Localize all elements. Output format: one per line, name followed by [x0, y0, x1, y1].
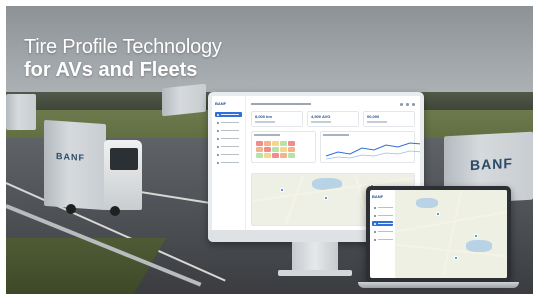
chart-row [251, 131, 420, 163]
settings-icon[interactable] [406, 102, 409, 106]
heatmap-cell [288, 153, 295, 158]
sidebar-item-1[interactable] [372, 205, 393, 210]
monitor-base [278, 270, 352, 276]
headline: Tire Profile Technology for AVs and Flee… [24, 36, 222, 82]
laptop-screen: BANF [370, 190, 507, 278]
laptop-map[interactable] [396, 190, 507, 278]
sidebar-item-3[interactable] [215, 128, 242, 133]
nav-icon [217, 145, 219, 148]
heatmap-cell [288, 141, 295, 146]
heatmap-card [251, 131, 317, 163]
vehicle-marker[interactable] [324, 196, 328, 200]
dashboard-topbar [251, 100, 415, 108]
kpi-card[interactable]: 8,000 km [251, 111, 303, 127]
vehicle-marker[interactable] [474, 234, 478, 238]
nav-icon [217, 113, 219, 116]
nav-icon [217, 153, 219, 156]
nav-icon [217, 121, 219, 124]
truck-brand-label: BANF [470, 154, 513, 174]
kpi-card[interactable]: 4,900 AVG [307, 111, 359, 127]
vehicle-marker[interactable] [436, 212, 440, 216]
sidebar-item-4[interactable] [215, 136, 242, 141]
heatmap-cell [280, 153, 287, 158]
heatmap-cell [280, 141, 287, 146]
nav-icon [374, 222, 376, 225]
sidebar-item-2[interactable] [215, 120, 242, 125]
trend-chart-card [320, 131, 420, 163]
nav-icon [374, 230, 376, 233]
sidebar-item-6[interactable] [215, 152, 242, 157]
sidebar-item-1[interactable] [215, 112, 242, 117]
heatmap-cell [256, 153, 263, 158]
monitor-stand [292, 242, 338, 272]
dashboard-sidebar: BANF [212, 96, 246, 230]
trend-line-chart [326, 142, 420, 160]
heatmap-cell [272, 147, 279, 152]
bell-icon[interactable] [400, 102, 403, 106]
sidebar-item-3[interactable] [372, 221, 393, 226]
nav-icon [374, 238, 376, 241]
nav-icon [217, 161, 219, 164]
laptop-logo: BANF [372, 194, 384, 199]
nav-icon [374, 206, 376, 209]
heatmap-cell [272, 141, 279, 146]
vehicle-marker[interactable] [280, 188, 284, 192]
nav-icon [374, 214, 376, 217]
dashboard-logo: BANF [215, 101, 227, 106]
page-title-placeholder [251, 103, 311, 105]
nav-icon [217, 137, 219, 140]
kpi-value: 00,000 [367, 114, 380, 119]
sidebar-item-5[interactable] [215, 144, 242, 149]
sidebar-item-4[interactable] [372, 229, 393, 234]
kpi-row: 8,000 km 4,900 AVG 00,000 [251, 111, 415, 127]
heatmap-cell [288, 147, 295, 152]
distant-truck [162, 83, 206, 117]
laptop-base [358, 282, 519, 288]
heatmap-cell [264, 141, 271, 146]
laptop-nav [372, 205, 393, 242]
kpi-value: 8,000 km [255, 114, 272, 119]
vehicle-marker[interactable] [454, 256, 458, 260]
heatmap-cell [256, 147, 263, 152]
heatmap-grid [256, 141, 295, 158]
heatmap-cell [264, 147, 271, 152]
sidebar-nav [215, 112, 242, 165]
kpi-value: 4,900 AVG [311, 114, 331, 119]
headline-line-1: Tire Profile Technology [24, 36, 222, 58]
heatmap-cell [280, 147, 287, 152]
hero-banner: BANF BANF Tire Profile Technology for AV… [6, 6, 533, 294]
laptop: BANF [366, 186, 511, 282]
sidebar-item-5[interactable] [372, 237, 393, 242]
laptop-sidebar: BANF [370, 190, 396, 278]
headline-line-2: for AVs and Fleets [24, 59, 198, 81]
kpi-card[interactable]: 00,000 [363, 111, 415, 127]
heatmap-cell [256, 141, 263, 146]
nav-icon [217, 129, 219, 132]
heatmap-cell [264, 153, 271, 158]
avatar[interactable] [412, 102, 415, 106]
distant-truck [6, 94, 36, 130]
truck-brand-label: BANF [56, 150, 85, 164]
sidebar-item-7[interactable] [215, 160, 242, 165]
sidebar-item-2[interactable] [372, 213, 393, 218]
heatmap-cell [272, 153, 279, 158]
